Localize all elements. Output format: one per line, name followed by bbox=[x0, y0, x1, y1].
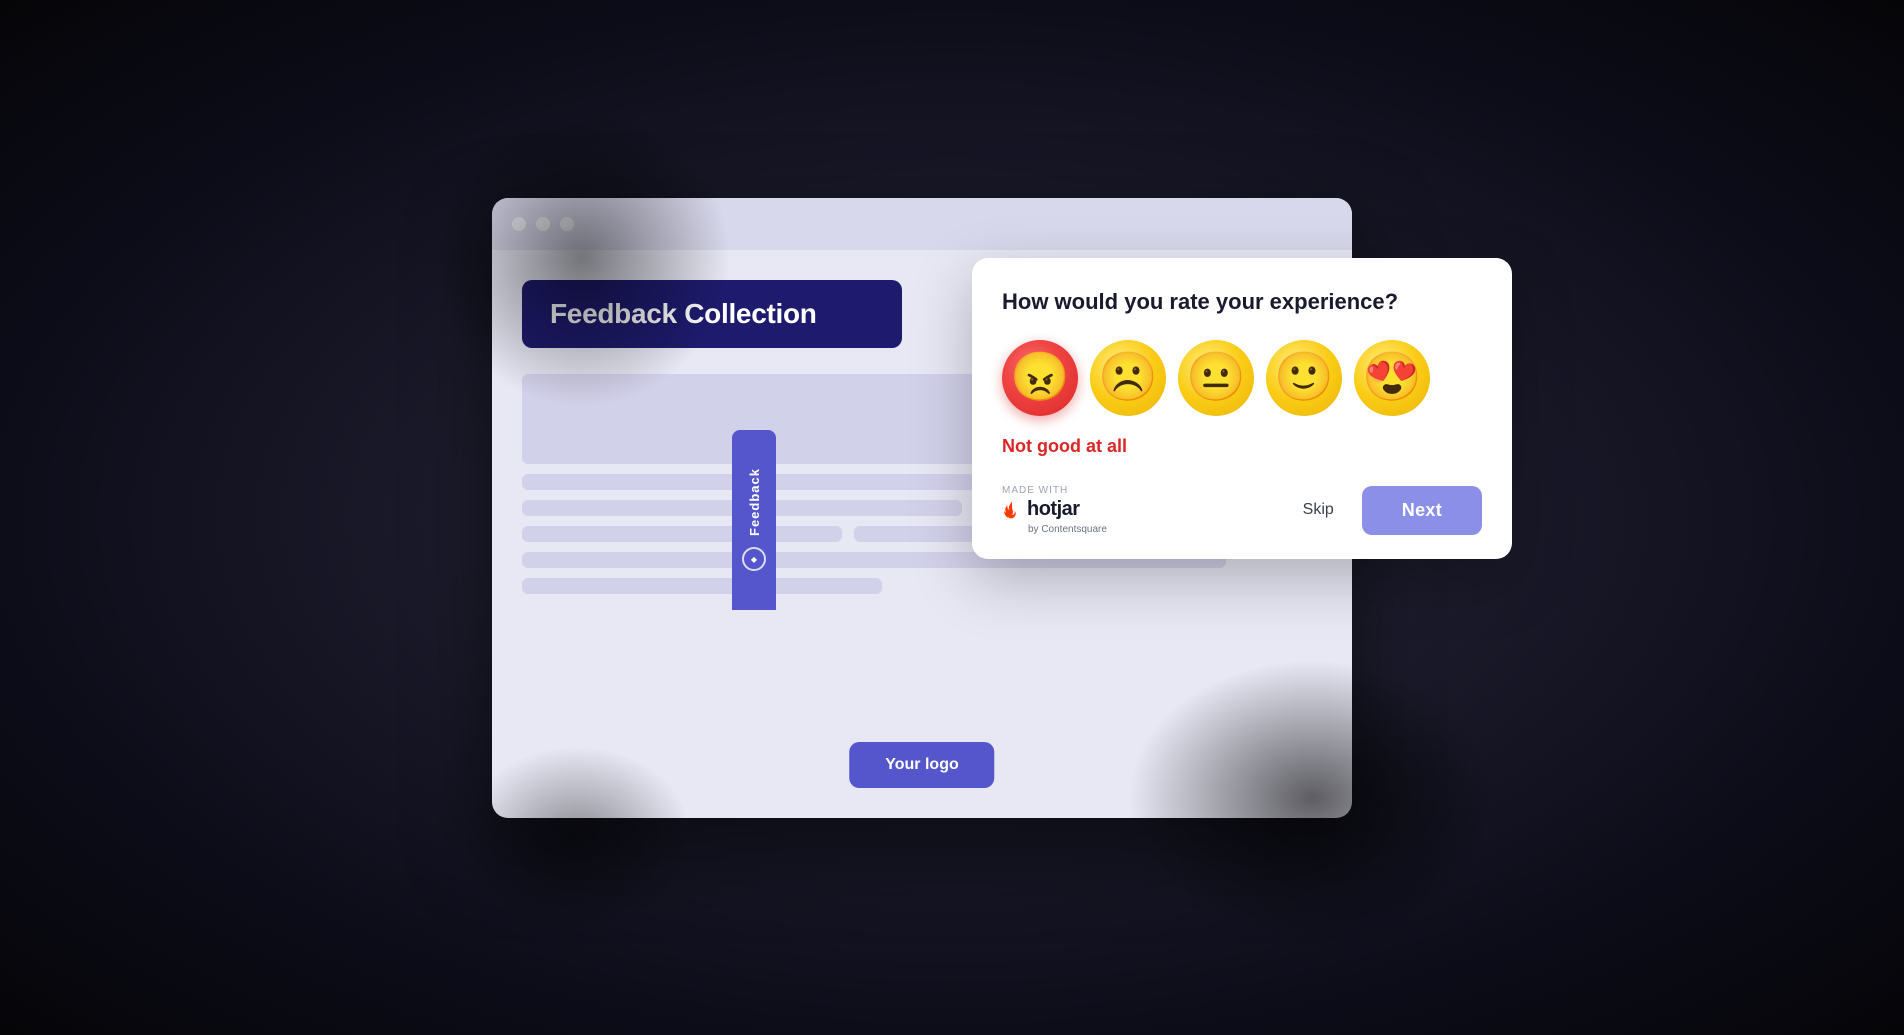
content-block-4 bbox=[522, 526, 842, 542]
survey-footer: MADE WITH hotjar by Contentsquare Skip N… bbox=[1002, 485, 1482, 535]
survey-question: How would you rate your experience? bbox=[1002, 288, 1482, 317]
content-block-7 bbox=[522, 578, 882, 594]
browser-titlebar bbox=[492, 198, 1352, 250]
your-logo-button[interactable]: Your logo bbox=[849, 742, 994, 788]
feedback-side-tab[interactable]: Feedback bbox=[732, 430, 776, 610]
emoji-love[interactable]: 😍 bbox=[1354, 340, 1430, 416]
survey-card: How would you rate your experience? 😠 ☹️… bbox=[972, 258, 1512, 560]
traffic-dot-3 bbox=[560, 217, 574, 231]
made-with-section: MADE WITH hotjar by Contentsquare bbox=[1002, 485, 1107, 535]
survey-actions: Skip Next bbox=[1295, 486, 1482, 535]
emoji-row: 😠 ☹️ 😐 🙂 😍 bbox=[1002, 340, 1482, 416]
hotjar-flame-icon bbox=[1002, 500, 1022, 520]
feedback-collection-bar: Feedback Collection bbox=[522, 280, 902, 348]
made-with-label: MADE WITH bbox=[1002, 485, 1107, 496]
emoji-angry[interactable]: 😠 bbox=[1002, 340, 1078, 416]
next-button[interactable]: Next bbox=[1362, 486, 1482, 535]
emoji-sad[interactable]: ☹️ bbox=[1090, 340, 1166, 416]
contentsquare-label: by Contentsquare bbox=[1028, 524, 1107, 535]
hotjar-logo: hotjar bbox=[1002, 498, 1107, 521]
traffic-dot-2 bbox=[536, 217, 550, 231]
emoji-happy[interactable]: 🙂 bbox=[1266, 340, 1342, 416]
feedback-tab-icon bbox=[742, 547, 766, 571]
skip-button[interactable]: Skip bbox=[1295, 493, 1342, 527]
feedback-tab-label: Feedback bbox=[747, 468, 762, 536]
main-scene: Feedback Collection Feedback bbox=[472, 138, 1432, 898]
traffic-dot-1 bbox=[512, 217, 526, 231]
selected-feedback-label: Not good at all bbox=[1002, 436, 1482, 457]
emoji-neutral[interactable]: 😐 bbox=[1178, 340, 1254, 416]
hotjar-brand-name: hotjar bbox=[1027, 498, 1080, 521]
feedback-collection-title: Feedback Collection bbox=[550, 298, 817, 329]
